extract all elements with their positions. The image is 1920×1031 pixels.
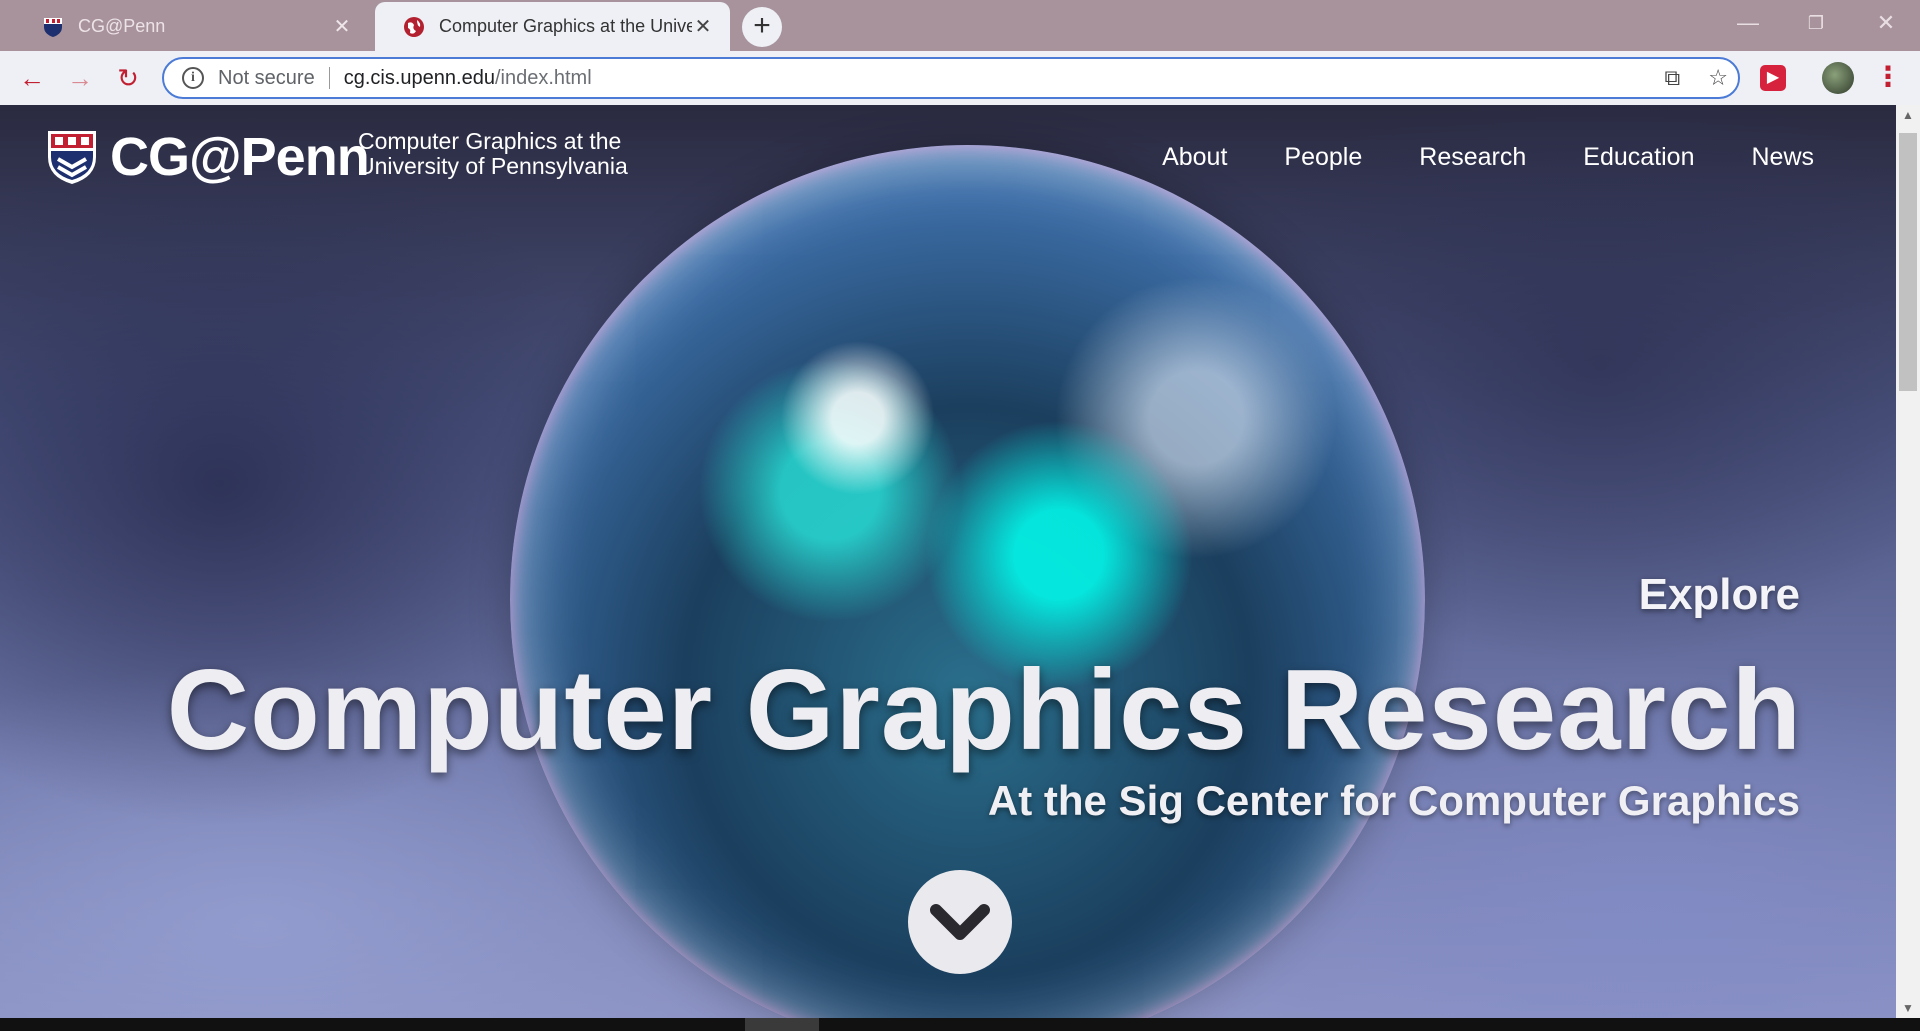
back-button[interactable]: ← [14, 60, 50, 96]
new-tab-button[interactable]: + [742, 7, 782, 47]
nav-link-education[interactable]: Education [1583, 143, 1694, 172]
url-path[interactable]: /index.html [495, 67, 592, 90]
page-scrollbar[interactable]: ▲ ▼ [1896, 105, 1920, 1018]
nav-link-about[interactable]: About [1162, 143, 1227, 172]
tab-cg-penn[interactable]: CG@Penn ✕ [14, 2, 369, 51]
forward-button[interactable]: → [62, 60, 98, 96]
bookmark-star-icon[interactable]: ☆ [1708, 65, 1728, 91]
nav-link-people[interactable]: People [1284, 143, 1362, 172]
site-subtitle-line1: Computer Graphics at the [358, 128, 622, 154]
tab-strip: CG@Penn ✕ Computer Graphics at the Unive… [0, 0, 1920, 51]
scroll-down-arrow-icon[interactable]: ▼ [1896, 998, 1920, 1018]
omnibox-divider [328, 67, 330, 89]
security-label[interactable]: Not secure [218, 67, 315, 90]
hero-explore-label: Explore [1638, 570, 1800, 619]
nav-link-research[interactable]: Research [1419, 143, 1526, 172]
main-nav: About People Research Education News [1162, 143, 1814, 172]
browser-toolbar: ← → ↻ i Not secure cg.cis.upenn.edu/inde… [0, 51, 1920, 105]
penn-shield-favicon-icon [44, 17, 62, 37]
tab-computer-graphics[interactable]: Computer Graphics at the University of P… [375, 2, 730, 51]
page-viewport: CG@Penn Computer Graphics at the Univers… [0, 105, 1896, 1018]
scroll-up-arrow-icon[interactable]: ▲ [1896, 105, 1920, 125]
tab-title: CG@Penn [78, 16, 166, 36]
site-header: CG@Penn Computer Graphics at the Univers… [0, 105, 1896, 225]
info-icon[interactable]: i [182, 67, 204, 89]
taskbar-strip [0, 1018, 1920, 1031]
omnibox-actions: ⧉ ☆ [1665, 65, 1728, 91]
minimize-icon[interactable]: — [1720, 6, 1776, 40]
tab-title: Computer Graphics at the University of P… [439, 16, 692, 36]
penn-shield-logo-icon[interactable] [46, 129, 98, 185]
nav-link-news[interactable]: News [1751, 143, 1814, 172]
extension-icon[interactable]: ▶ [1760, 65, 1786, 91]
taskbar-segment [745, 1018, 819, 1031]
globe-favicon-icon [404, 16, 424, 37]
browser-menu-icon[interactable]: ⋮ [1874, 62, 1902, 94]
restore-icon[interactable]: ❐ [1788, 6, 1844, 40]
site-subtitle: Computer Graphics at the University of P… [358, 129, 628, 179]
site-logo-text[interactable]: CG@Penn [110, 127, 370, 187]
address-bar[interactable]: i Not secure cg.cis.upenn.edu/index.html… [162, 57, 1740, 99]
chevron-down-icon [930, 904, 990, 940]
hero-subtitle: At the Sig Center for Computer Graphics [987, 777, 1800, 824]
cast-icon[interactable]: ⧉ [1665, 65, 1681, 91]
url-host[interactable]: cg.cis.upenn.edu [344, 67, 495, 90]
site-subtitle-line2: University of Pennsylvania [358, 153, 628, 179]
scroll-down-button[interactable] [908, 870, 1012, 974]
scrollbar-thumb[interactable] [1899, 133, 1917, 391]
reload-button[interactable]: ↻ [110, 60, 146, 96]
window-close-icon[interactable]: ✕ [1858, 6, 1914, 40]
hero-title: Computer Graphics Research [166, 647, 1802, 774]
tab-close-icon[interactable]: ✕ [331, 14, 353, 39]
profile-avatar[interactable] [1822, 62, 1854, 94]
tab-close-icon[interactable]: ✕ [692, 14, 714, 39]
